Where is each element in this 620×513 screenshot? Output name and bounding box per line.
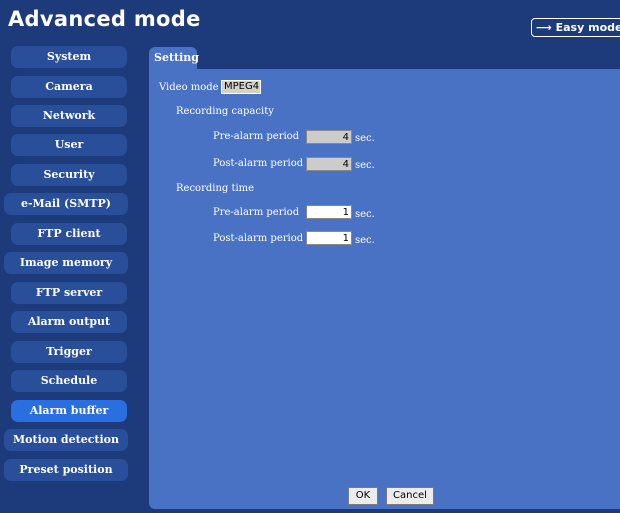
sidebar-item-email-smtp[interactable]: e-Mail (SMTP) <box>4 193 128 215</box>
recording-time-label: Recording time <box>176 183 255 194</box>
page-title: Advanced mode <box>8 7 201 31</box>
sidebar-item-ftp-server[interactable]: FTP server <box>11 282 127 304</box>
header-bar: Advanced mode ⟶ Easy mode <box>0 0 620 40</box>
sidebar-item-system[interactable]: System <box>11 46 127 68</box>
capacity-post-alarm-unit: sec. <box>355 160 375 171</box>
sidebar-item-alarm-output[interactable]: Alarm output <box>11 311 127 333</box>
time-pre-alarm-input[interactable]: 1 <box>306 205 352 219</box>
sidebar-item-camera[interactable]: Camera <box>11 76 127 98</box>
time-post-alarm-unit: sec. <box>355 235 375 246</box>
video-mode-label: Video mode <box>159 82 219 93</box>
time-post-alarm-input[interactable]: 1 <box>306 231 352 245</box>
arrow-right-icon: ⟶ <box>536 21 552 34</box>
capacity-pre-alarm-field: 4 <box>306 130 352 144</box>
capacity-pre-alarm-label: Pre-alarm period <box>213 131 300 142</box>
sidebar-item-user[interactable]: User <box>11 134 127 156</box>
capacity-pre-alarm-unit: sec. <box>355 133 375 144</box>
sidebar-item-image-memory[interactable]: Image memory <box>4 252 128 274</box>
recording-capacity-label: Recording capacity <box>176 106 274 117</box>
sidebar-item-security[interactable]: Security <box>11 164 127 186</box>
sidebar-item-network[interactable]: Network <box>11 105 127 127</box>
sidebar: System Camera Network User Security e-Ma… <box>0 40 140 513</box>
time-pre-alarm-label: Pre-alarm period <box>213 207 300 218</box>
video-mode-value: MPEG4 <box>221 80 261 94</box>
easy-mode-button[interactable]: ⟶ Easy mode <box>531 18 620 37</box>
easy-mode-label: Easy mode <box>555 21 620 34</box>
ok-button[interactable]: OK <box>348 487 378 505</box>
time-post-alarm-label: Post-alarm period <box>213 233 304 244</box>
sidebar-item-preset-position[interactable]: Preset position <box>4 459 128 481</box>
cancel-button[interactable]: Cancel <box>386 487 434 505</box>
app-window: Advanced mode ⟶ Easy mode System Camera … <box>0 0 620 513</box>
time-pre-alarm-unit: sec. <box>355 209 375 220</box>
tab-setting[interactable]: Setting <box>149 47 199 69</box>
capacity-post-alarm-field: 4 <box>306 157 352 171</box>
sidebar-item-alarm-buffer[interactable]: Alarm buffer <box>11 400 127 422</box>
sidebar-item-schedule[interactable]: Schedule <box>11 370 127 392</box>
sidebar-item-ftp-client[interactable]: FTP client <box>11 223 127 245</box>
sidebar-item-motion-detection[interactable]: Motion detection <box>4 429 128 451</box>
capacity-post-alarm-label: Post-alarm period <box>213 158 304 169</box>
sidebar-item-trigger[interactable]: Trigger <box>11 341 127 363</box>
